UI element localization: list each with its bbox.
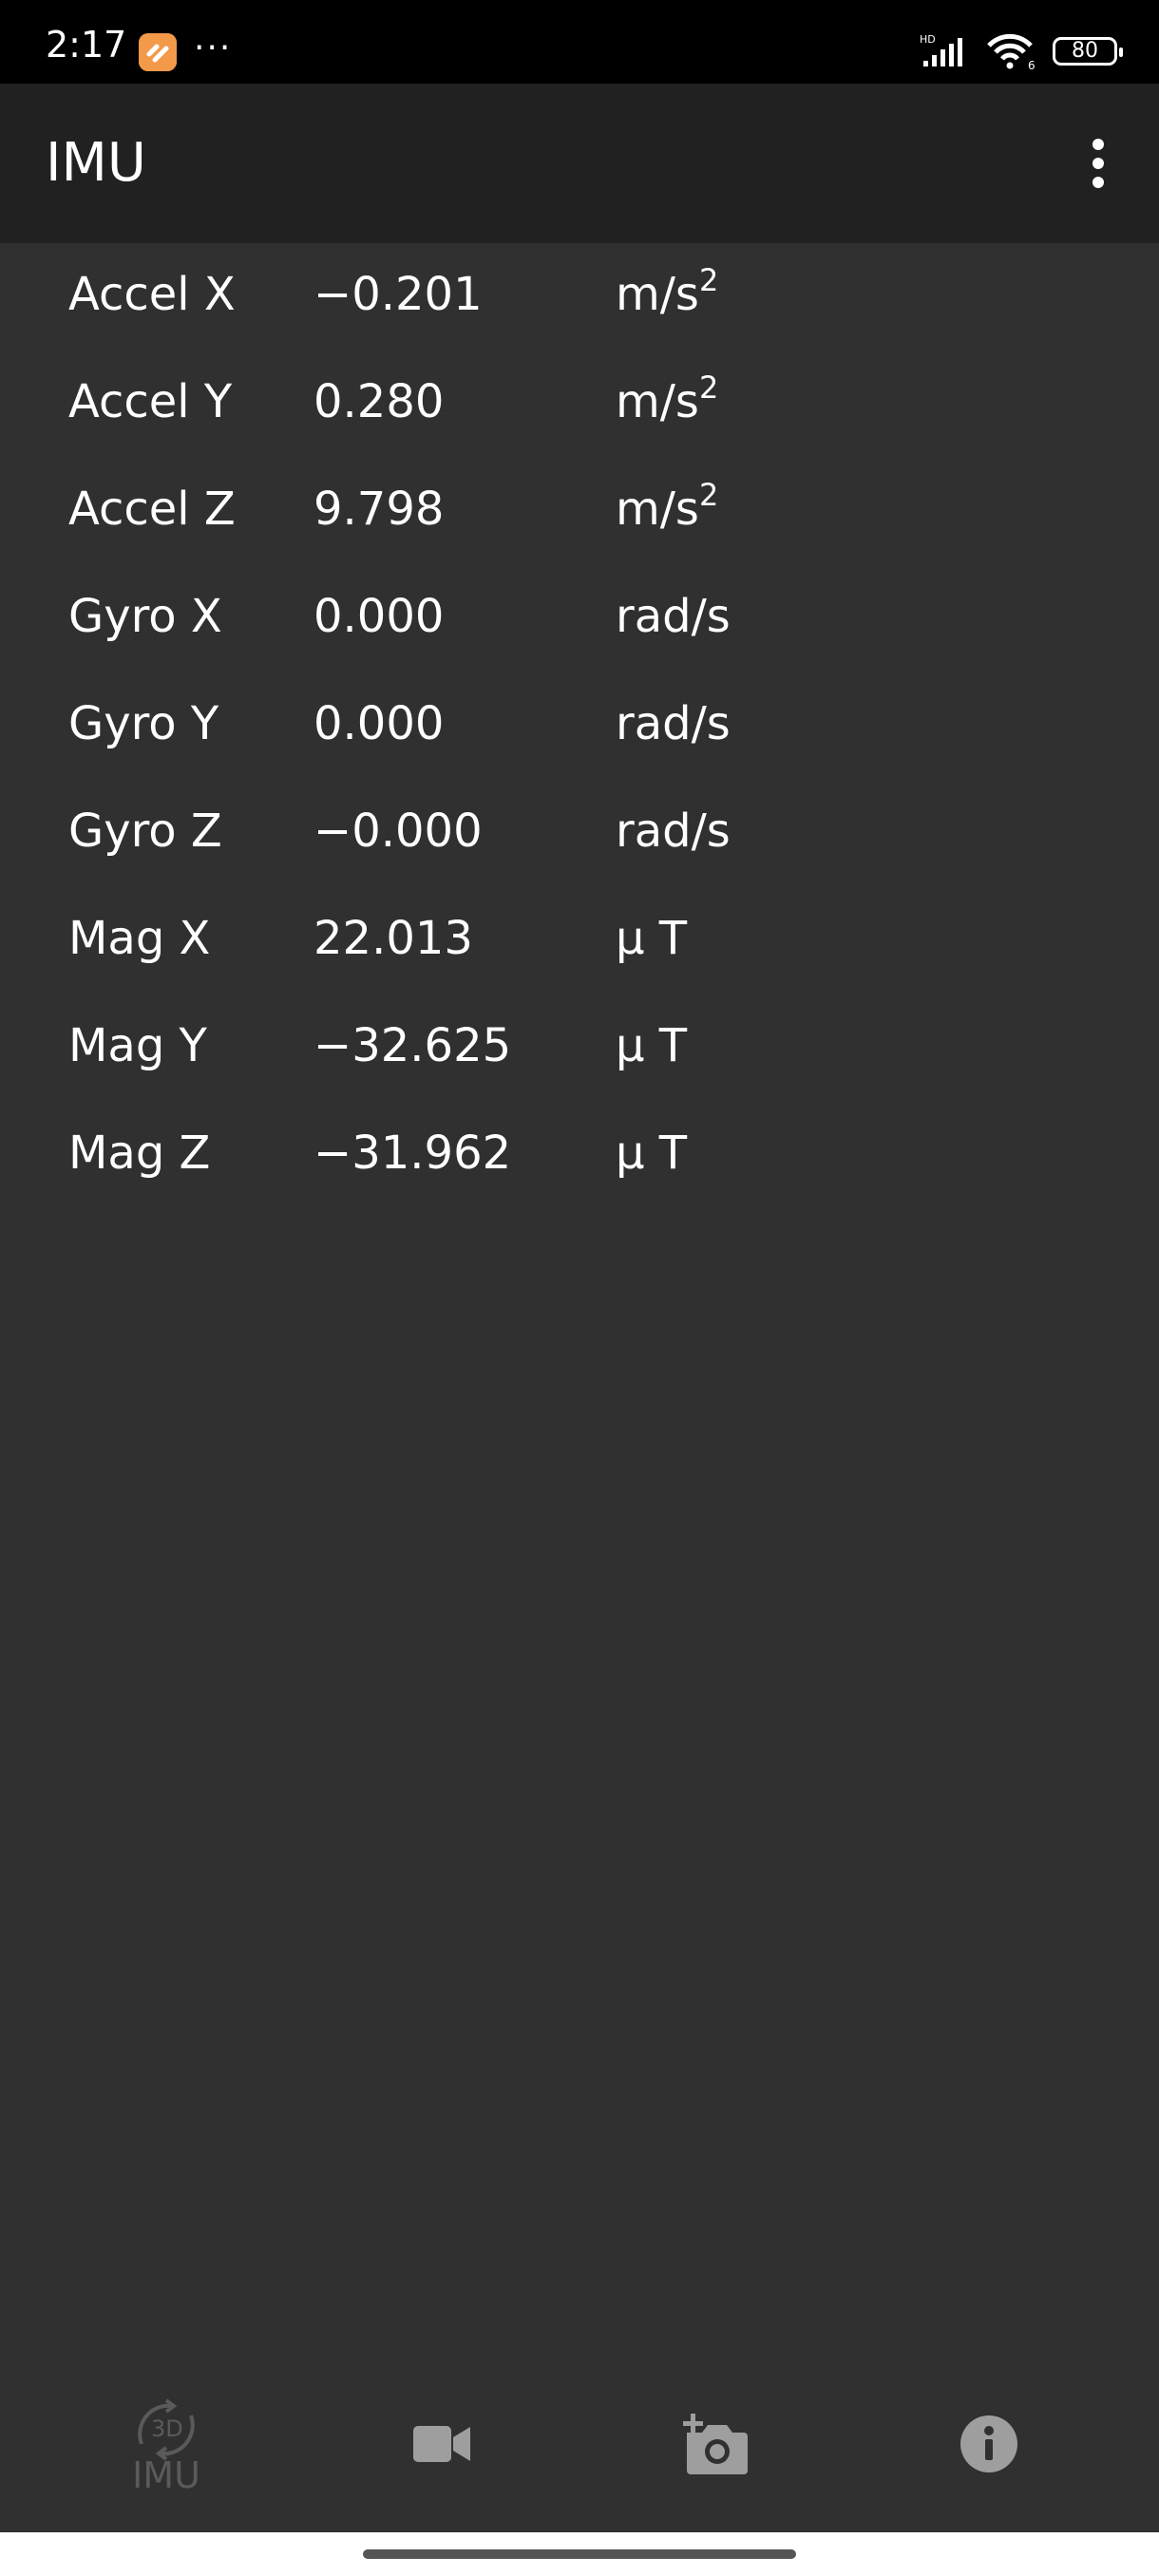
network-badge: HD [920,33,936,46]
battery-icon: 80 [1053,37,1123,66]
status-time: 2:17 [46,24,127,66]
battery-level: 80 [1072,39,1098,63]
reading-label: Mag X [68,912,211,965]
reading-value: −0.000 [314,805,483,858]
more-notifications-icon: ··· [194,28,233,67]
cellular-signal-icon: HD [920,32,971,70]
info-button[interactable] [851,2356,1127,2532]
video-camera-icon [413,2426,470,2462]
reading-value: −0.201 [314,268,483,321]
reading-unit: rad/s [616,590,731,643]
reading-value: 0.280 [314,375,445,428]
unit-superscript: 2 [698,369,719,406]
reading-unit: μ T [616,1127,688,1180]
wifi-icon: 6 [986,32,1037,70]
reading-unit: rad/s [616,697,731,750]
more-vert-icon [1092,139,1104,188]
info-icon [960,2415,1017,2472]
reading-row-accel-z: Accel Z 9.798 m/s2 [0,458,1159,565]
add-photo-icon [683,2414,748,2474]
reading-value: 9.798 [314,483,445,536]
imu-3d-button[interactable]: 3D IMU [28,2356,304,2532]
add-photo-button[interactable] [578,2356,853,2532]
more-options-button[interactable] [1060,125,1136,201]
app-bar: IMU [0,84,1159,243]
reading-label: Gyro X [68,590,222,643]
reading-unit: rad/s [616,805,731,858]
reading-row-gyro-y: Gyro Y 0.000 rad/s [0,672,1159,780]
reading-row-accel-x: Accel X −0.201 m/s2 [0,243,1159,350]
reading-label: Gyro Y [68,697,219,750]
reading-unit: m/s2 [616,262,719,321]
sensor-readings-list: Accel X −0.201 m/s2 Accel Y 0.280 m/s2 A… [0,243,1159,1209]
app-notification-icon [139,33,177,71]
reading-label: Accel Y [68,375,233,428]
reading-label: Accel X [68,268,236,321]
reading-label: Gyro Z [68,805,222,858]
reading-label: Accel Z [68,483,236,536]
reading-row-gyro-x: Gyro X 0.000 rad/s [0,565,1159,672]
app-title: IMU [46,132,146,194]
reading-row-mag-z: Mag Z −31.962 μ T [0,1102,1159,1209]
reading-row-mag-y: Mag Y −32.625 μ T [0,994,1159,1102]
reading-label: Mag Y [68,1019,207,1072]
wifi-badge: 6 [1028,59,1036,70]
reading-value: 0.000 [314,697,445,750]
rotate-3d-icon: 3D [138,2398,195,2461]
unit-superscript: 2 [698,477,719,513]
unit-superscript: 2 [698,262,719,298]
reading-value: 22.013 [314,912,473,965]
reading-row-mag-x: Mag X 22.013 μ T [0,887,1159,994]
reading-unit: μ T [616,912,688,965]
bottom-toolbar: 3D IMU [0,2356,1159,2532]
record-video-button[interactable] [304,2356,580,2532]
status-bar: 2:17 ··· HD 6 80 [0,0,1159,84]
home-indicator[interactable] [363,2549,796,2559]
reading-unit: μ T [616,1019,688,1072]
reading-value: 0.000 [314,590,445,643]
reading-row-accel-y: Accel Y 0.280 m/s2 [0,350,1159,458]
reading-unit: m/s2 [616,369,719,428]
reading-label: Mag Z [68,1127,211,1180]
imu-nav-label: IMU [132,2454,200,2496]
imu-3d-badge: 3D [151,2415,183,2442]
status-icons: HD 6 80 [920,32,1123,70]
reading-unit: m/s2 [616,477,719,536]
reading-value: −32.625 [314,1019,512,1072]
reading-row-gyro-z: Gyro Z −0.000 rad/s [0,780,1159,887]
reading-value: −31.962 [314,1127,512,1180]
gesture-navigation-bar [0,2532,1159,2576]
